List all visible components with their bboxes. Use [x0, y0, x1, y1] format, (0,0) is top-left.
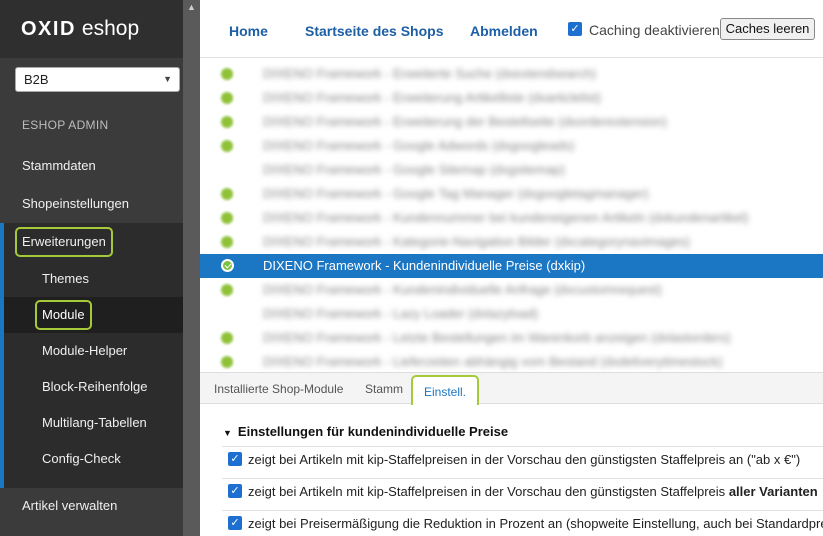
tab-stamm[interactable]: Stamm [365, 382, 403, 396]
setting-label-bold: aller Varianten [728, 484, 818, 499]
sidebar: OXID eshop B2B ▼ ESHOP ADMIN Stammdaten … [0, 0, 183, 536]
oxid-eshop-logo[interactable]: OXID eshop [0, 0, 183, 58]
module-row[interactable]: DIXENO Framework - Kategorie-Navigation … [200, 230, 823, 254]
setting-checkbox[interactable]: ✓ [228, 484, 242, 498]
module-row[interactable]: DIXENO Framework - Erweiterung Artikelli… [200, 86, 823, 110]
home-link[interactable]: Home [229, 23, 268, 39]
abmelden-link[interactable]: Abmelden [470, 23, 538, 39]
module-list: DIXENO Framework - Erweiterte Suche (dxe… [200, 60, 823, 372]
shop-select[interactable]: B2B ▼ [15, 67, 180, 92]
module-name: DIXENO Framework - Kundenindividuelle Pr… [263, 258, 586, 273]
setting-label: zeigt bei Preisermäßigung die Reduktion … [248, 516, 823, 531]
module-active-icon [221, 116, 233, 128]
nav-artikel-verwalten[interactable]: Artikel verwalten [0, 488, 183, 524]
setting-checkbox[interactable]: ✓ [228, 516, 242, 530]
chevron-down-icon: ▼ [163, 74, 172, 84]
module-row[interactable]: DIXENO Framework - Erweiterung der Beste… [200, 110, 823, 134]
nav-label: Themes [42, 271, 89, 286]
eshop-admin-label: ESHOP ADMIN [22, 118, 109, 132]
module-name: DIXENO Framework - Erweiterung der Beste… [263, 114, 667, 129]
caching-label: Caching deaktivieren [589, 22, 720, 38]
module-row[interactable]: DIXENO Framework - Lazy Loader (dxlazylo… [200, 302, 823, 326]
tab-bar: Installierte Shop-Module Stamm Einstell. [200, 372, 823, 409]
nav-label: Artikel verwalten [22, 498, 118, 513]
nav-stammdaten[interactable]: Stammdaten [0, 148, 183, 184]
module-name: DIXENO Framework - Erweiterte Suche (dxe… [263, 66, 597, 81]
setting-row: ✓ zeigt bei Artikeln mit kip-Staffelprei… [222, 478, 823, 502]
module-active-icon [221, 92, 233, 104]
setting-label: zeigt bei Artikeln mit kip-Staffelpreise… [248, 452, 801, 467]
settings-panel: ▼ Einstellungen für kundenindividuelle Pr… [200, 405, 823, 536]
module-active-icon [221, 332, 233, 344]
setting-label: zeigt bei Artikeln mit kip-Staffelpreise… [248, 484, 818, 499]
module-name: DIXENO Framework - Kundenindividuelle An… [263, 282, 662, 297]
nav-config-check[interactable]: Config-Check [0, 441, 183, 477]
setting-label-text: zeigt bei Artikeln mit kip-Staffelpreise… [248, 484, 726, 499]
nav-label: Config-Check [42, 451, 121, 466]
module-name: DIXENO Framework - Lieferzeiten abhängig… [263, 354, 723, 369]
module-name: DIXENO Framework - Google Adwords (dxgoo… [263, 138, 575, 153]
nav-label: Block-Reihenfolge [42, 379, 148, 394]
shop-select-value: B2B [24, 72, 49, 87]
module-active-icon [221, 68, 233, 80]
nav-themes[interactable]: Themes [0, 261, 183, 297]
nav-label: Module-Helper [42, 343, 128, 358]
caching-checkbox[interactable]: ✓ [568, 22, 582, 36]
module-active-icon [221, 356, 233, 368]
nav-label: Shopeinstellungen [22, 196, 129, 211]
sidebar-scrollbar[interactable]: ▲ [183, 0, 200, 536]
module-row-selected[interactable]: DIXENO Framework - Kundenindividuelle Pr… [200, 254, 823, 278]
module-row[interactable]: DIXENO Framework - Lieferzeiten abhängig… [200, 350, 823, 372]
tab-installierte-module[interactable]: Installierte Shop-Module [214, 382, 343, 396]
module-row[interactable]: DIXENO Framework - Google Adwords (dxgoo… [200, 134, 823, 158]
module-active-icon [221, 236, 233, 248]
settings-section-toggle[interactable]: ▼ Einstellungen für kundenindividuelle Pr… [223, 424, 508, 439]
nav-block-reihenfolge[interactable]: Block-Reihenfolge [0, 369, 183, 405]
module-active-icon [221, 188, 233, 200]
caret-down-icon: ▼ [223, 428, 232, 438]
setting-row: ✓ zeigt bei Artikeln mit kip-Staffelprei… [222, 446, 823, 470]
setting-checkbox[interactable]: ✓ [228, 452, 242, 466]
setting-row: ✓ zeigt bei Preisermäßigung die Reduktio… [222, 510, 823, 534]
nav-label: Module [35, 300, 92, 330]
nav-label: Multilang-Tabellen [42, 415, 147, 430]
nav-label: Erweiterungen [15, 227, 113, 257]
module-row[interactable]: DIXENO Framework - Google Sitemap (dxgsi… [200, 158, 823, 182]
settings-heading: Einstellungen für kundenindividuelle Pre… [237, 424, 509, 439]
nav-module-helper[interactable]: Module-Helper [0, 333, 183, 369]
module-name: DIXENO Framework - Kategorie-Navigation … [263, 234, 690, 249]
clear-cache-button[interactable]: Caches leeren [720, 18, 815, 40]
nav-label: Stammdaten [22, 158, 96, 173]
nav-module[interactable]: Module [0, 297, 183, 333]
module-row[interactable]: DIXENO Framework - Letzte Bestellungen i… [200, 326, 823, 350]
module-active-icon [221, 140, 233, 152]
nav-erweiterungen[interactable]: Erweiterungen [0, 224, 183, 260]
module-name: DIXENO Framework - Google Tag Manager (d… [263, 186, 649, 201]
module-name: DIXENO Framework - Google Sitemap (dxgsi… [263, 162, 565, 177]
module-name: DIXENO Framework - Lazy Loader (dxlazylo… [263, 306, 539, 321]
nav-multilang-tabellen[interactable]: Multilang-Tabellen [0, 405, 183, 441]
scroll-up-icon[interactable]: ▲ [187, 2, 196, 12]
logo-oxid-text: OXID [21, 17, 76, 40]
module-active-icon [221, 212, 233, 224]
module-row[interactable]: DIXENO Framework - Google Tag Manager (d… [200, 182, 823, 206]
module-name: DIXENO Framework - Erweiterung Artikelli… [263, 90, 602, 105]
logo-eshop-text: eshop [81, 17, 140, 40]
startseite-link[interactable]: Startseite des Shops [305, 23, 444, 39]
module-row[interactable]: DIXENO Framework - Kundenindividuelle An… [200, 278, 823, 302]
module-name: DIXENO Framework - Kundennummer bei kund… [263, 210, 749, 225]
module-name: DIXENO Framework - Letzte Bestellungen i… [263, 330, 731, 345]
check-circle-icon [221, 259, 234, 272]
module-row[interactable]: DIXENO Framework - Erweiterte Suche (dxe… [200, 62, 823, 86]
module-row[interactable]: DIXENO Framework - Kundennummer bei kund… [200, 206, 823, 230]
top-bar: Home Startseite des Shops Abmelden ✓ Cac… [200, 0, 823, 58]
nav-shopeinstellungen[interactable]: Shopeinstellungen [0, 186, 183, 222]
tab-einstell[interactable]: Einstell. [411, 375, 480, 409]
module-active-icon [221, 284, 233, 296]
